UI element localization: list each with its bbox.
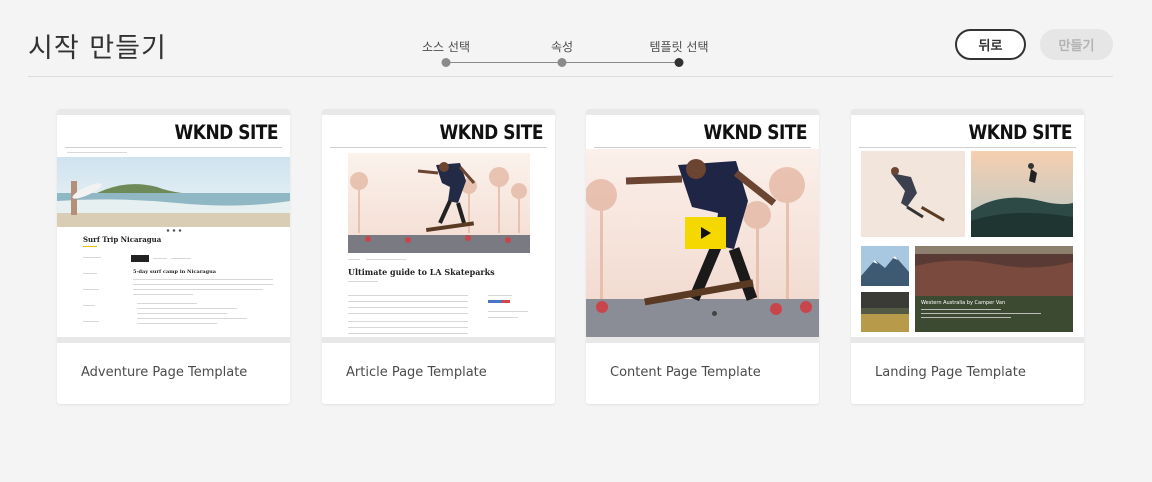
canyon-photo bbox=[915, 246, 1073, 332]
mountain-photo bbox=[861, 246, 909, 286]
step-label-source: 소스 선택 bbox=[422, 40, 470, 54]
template-card-landing[interactable]: WKND SITE Western Australia by Camper Va… bbox=[851, 109, 1084, 404]
wknd-logo: WKND SITE bbox=[968, 121, 1073, 145]
template-card-adventure[interactable]: WKND SITE Surf Trip Nicaragua 5-day surf… bbox=[57, 109, 290, 404]
page-title: 시작 만들기 bbox=[28, 33, 167, 64]
thumb-subheading: 5-day surf camp in Nicaragua bbox=[133, 269, 216, 275]
skatepark-photo bbox=[971, 151, 1073, 237]
skater-photo bbox=[861, 151, 965, 237]
field-photo bbox=[861, 292, 909, 332]
template-name: Content Page Template bbox=[610, 365, 761, 380]
template-thumbnail: WKND SITE Surf Trip Nicaragua 5-day surf… bbox=[57, 109, 290, 343]
template-card-content[interactable]: WKND SITE Content Page Template bbox=[586, 109, 819, 404]
skater-hero-image bbox=[348, 153, 530, 253]
template-name: Adventure Page Template bbox=[81, 365, 248, 380]
thumb-caption: Western Australia by Camper Van bbox=[921, 300, 1006, 306]
template-name: Landing Page Template bbox=[875, 365, 1026, 380]
back-button[interactable]: 뒤로 bbox=[955, 29, 1026, 60]
step-dot-template bbox=[674, 58, 684, 67]
step-label-properties: 속성 bbox=[550, 40, 574, 54]
beach-hero-image bbox=[57, 157, 290, 227]
step-dot-properties bbox=[557, 58, 567, 67]
step-dot-source bbox=[441, 58, 451, 67]
step-label-template: 템플릿 선택 bbox=[649, 40, 709, 54]
thumb-heading: Ultimate guide to LA Skateparks bbox=[348, 267, 495, 277]
template-thumbnail: WKND SITE bbox=[586, 109, 819, 343]
template-card-article[interactable]: WKND SITE Ultimate guide to LA Skatepark… bbox=[322, 109, 555, 404]
template-thumbnail: WKND SITE bbox=[851, 109, 1084, 343]
template-name: Article Page Template bbox=[346, 365, 487, 380]
header: 시작 만들기 소스 선택 속성 템플릿 선택 뒤로 만들기 bbox=[0, 0, 1152, 78]
video-hero-image bbox=[586, 149, 819, 337]
create-button[interactable]: 만들기 bbox=[1040, 29, 1113, 60]
wknd-logo: WKND SITE bbox=[439, 121, 544, 145]
wizard-stepper: 소스 선택 속성 템플릿 선택 bbox=[400, 36, 730, 76]
wknd-logo: WKND SITE bbox=[703, 121, 808, 145]
template-thumbnail: WKND SITE bbox=[322, 109, 555, 343]
thumb-heading: Surf Trip Nicaragua bbox=[83, 235, 162, 244]
wknd-logo: WKND SITE bbox=[174, 121, 279, 145]
header-divider bbox=[28, 76, 1113, 77]
